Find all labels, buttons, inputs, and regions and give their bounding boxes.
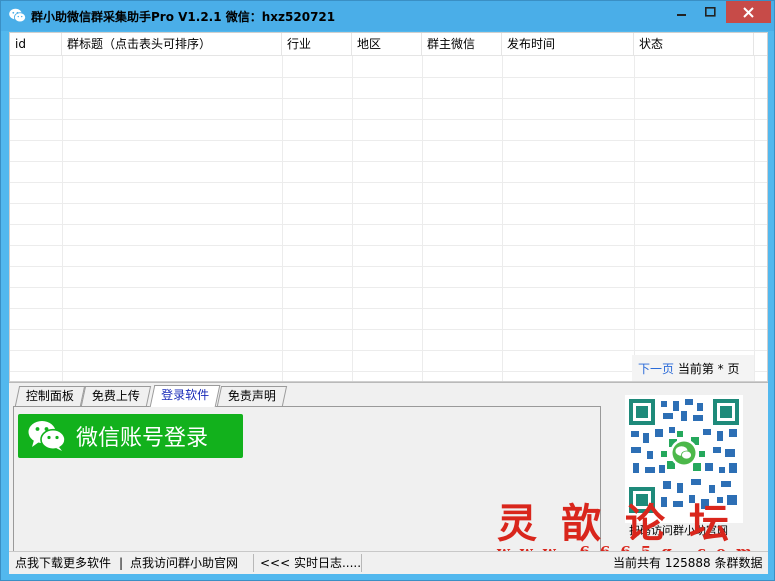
column-header-industry[interactable]: 行业 xyxy=(282,33,352,56)
watermark-text: 灵歆论坛 xyxy=(497,500,753,547)
group-table[interactable]: id 群标题（点击表头可排序） 行业 地区 群主微信 发布时间 状态 下一页 当… xyxy=(9,32,768,382)
minimize-icon xyxy=(676,14,686,16)
wechat-login-label: 微信账号登录 xyxy=(76,426,209,451)
wechat-login-button[interactable]: 微信账号登录 xyxy=(18,414,243,458)
tab-free-upload[interactable]: 免费上传 xyxy=(80,386,152,406)
tab-login-software[interactable]: 登录软件 xyxy=(149,385,221,407)
visit-site-link[interactable]: 点我访问群小助官网 xyxy=(130,552,238,575)
close-icon xyxy=(743,6,754,18)
window-title: 群小助微信群采集助手Pro V1.2.1 微信：hxz520721 xyxy=(31,10,336,24)
column-header-region[interactable]: 地区 xyxy=(352,33,422,56)
download-more-link[interactable]: 点我下载更多软件 xyxy=(15,552,111,575)
maximize-icon xyxy=(705,7,716,17)
column-header-publish-time[interactable]: 发布时间 xyxy=(502,33,634,56)
next-page-link[interactable]: 下一页 xyxy=(638,362,674,376)
status-divider: | xyxy=(119,556,124,570)
record-count-label: 当前共有 125888 条群数据 xyxy=(613,556,763,570)
column-header-id[interactable]: id xyxy=(10,33,62,56)
wechat-icon xyxy=(9,8,26,23)
column-header-status[interactable]: 状态 xyxy=(634,33,754,56)
client-area: id 群标题（点击表头可排序） 行业 地区 群主微信 发布时间 状态 下一页 当… xyxy=(9,32,768,574)
status-separator xyxy=(253,554,254,572)
minimize-button[interactable] xyxy=(668,1,695,23)
table-gridlines xyxy=(10,56,767,381)
column-header-owner-wechat[interactable]: 群主微信 xyxy=(422,33,502,56)
tab-control-panel[interactable]: 控制面板 xyxy=(14,386,86,406)
tab-container: 控制面板 免费上传 登录软件 免责声明 微信账号登录 扫码访问群小助官网 灵歆论… xyxy=(9,382,768,574)
status-bar: 点我下载更多软件 | 点我访问群小助官网 <<< 实时日志..... 当前共有 … xyxy=(9,551,768,574)
table-header: id 群标题（点击表头可排序） 行业 地区 群主微信 发布时间 状态 xyxy=(10,33,767,56)
status-separator xyxy=(361,554,362,572)
realtime-log-label: <<< 实时日志..... xyxy=(260,556,362,570)
wechat-icon xyxy=(28,421,66,451)
pager: 下一页 当前第 * 页 xyxy=(632,355,754,381)
close-button[interactable] xyxy=(726,1,771,23)
app-window: 群小助微信群采集助手Pro V1.2.1 微信：hxz520721 id 群标题… xyxy=(0,0,775,581)
maximize-button[interactable] xyxy=(697,1,724,23)
current-page-label: 当前第 * 页 xyxy=(677,362,740,376)
title-bar[interactable]: 群小助微信群采集助手Pro V1.2.1 微信：hxz520721 xyxy=(1,1,774,31)
tab-disclaimer[interactable]: 免责声明 xyxy=(216,386,288,406)
column-header-title[interactable]: 群标题（点击表头可排序） xyxy=(62,33,282,56)
